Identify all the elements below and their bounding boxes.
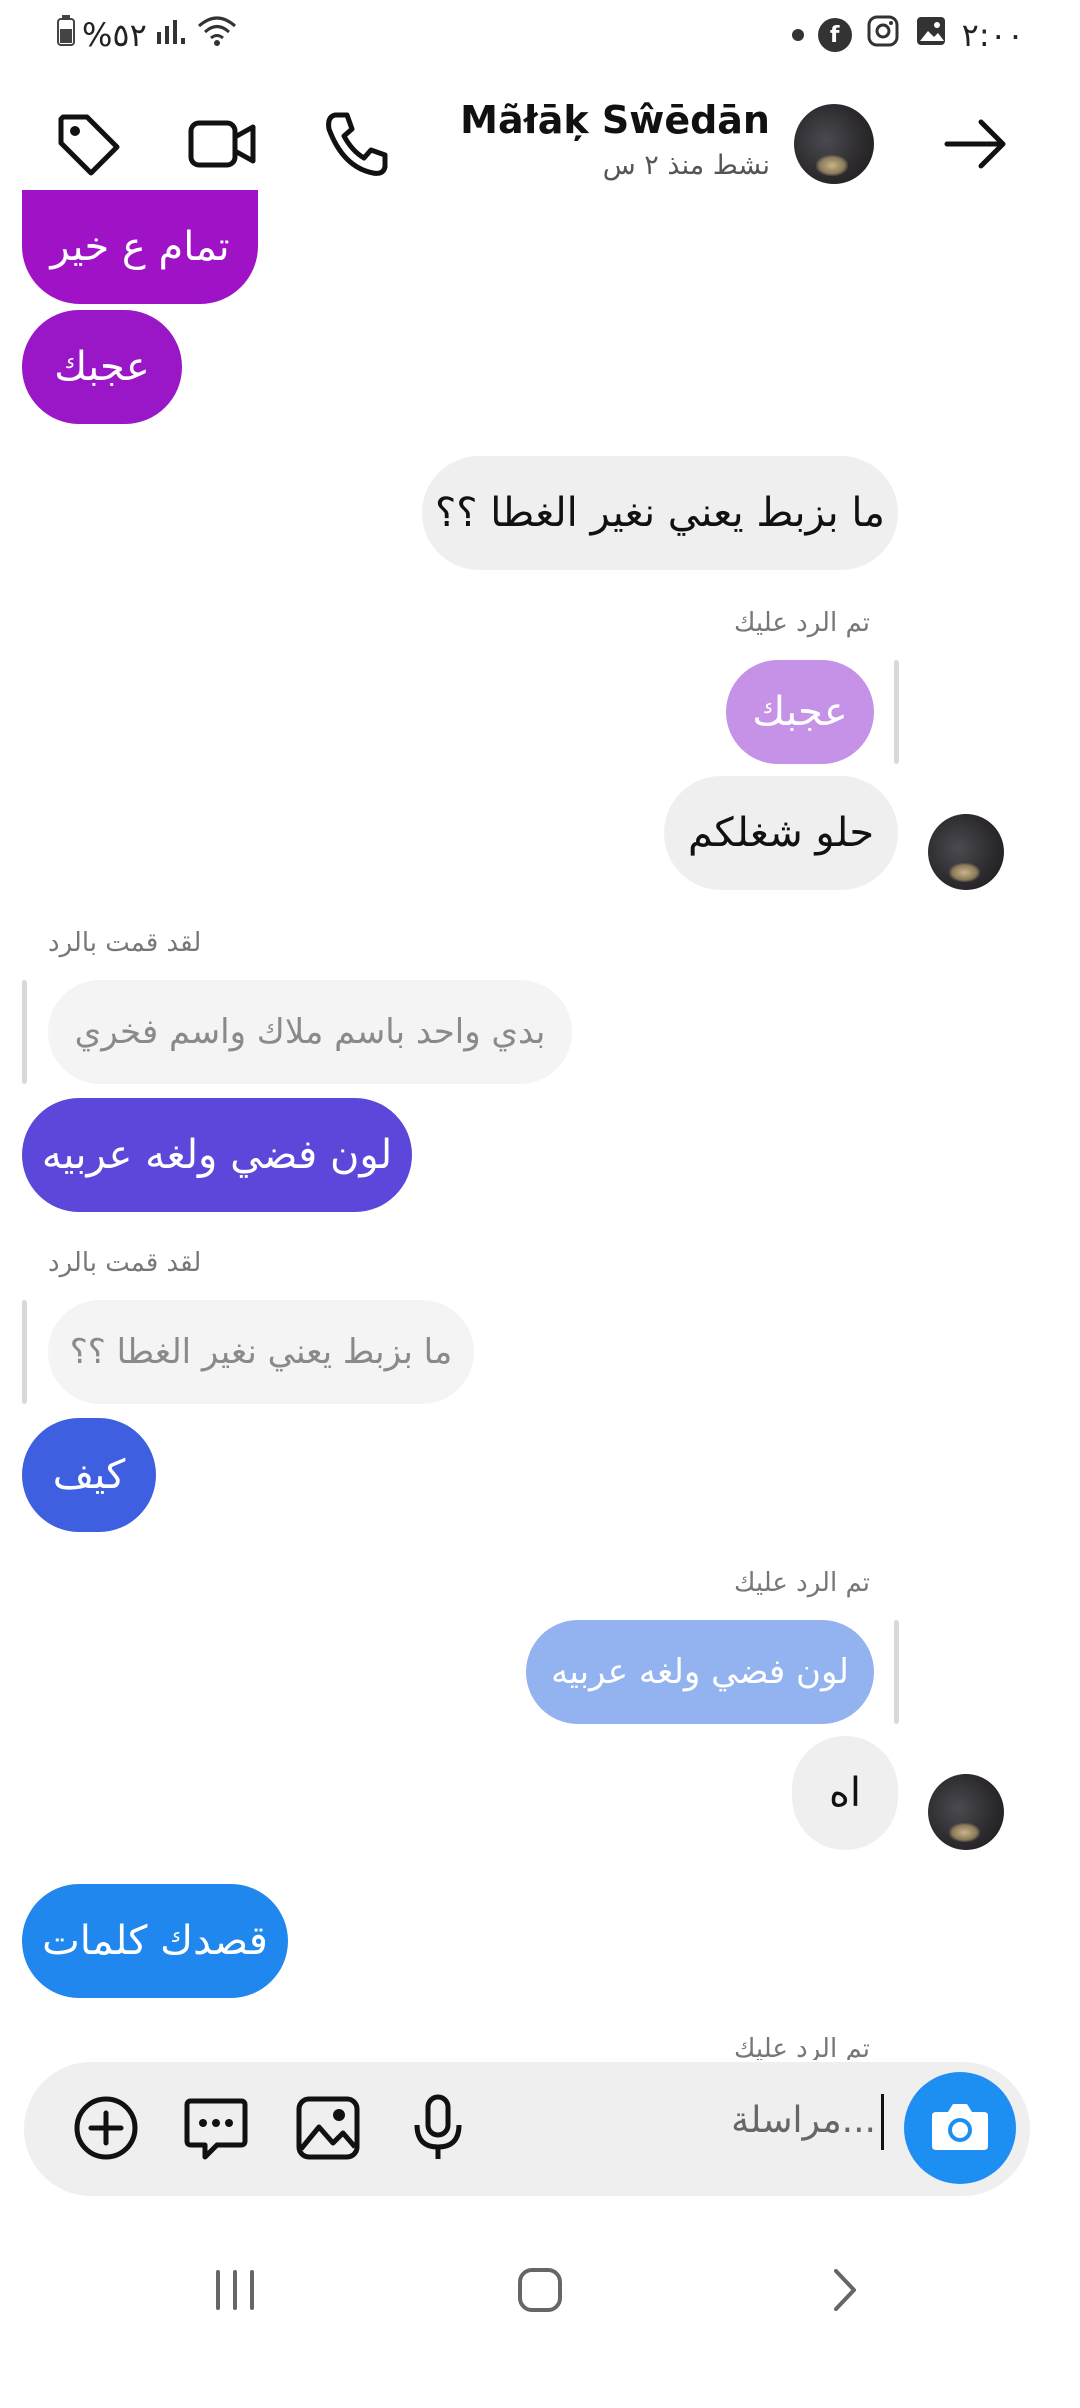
add-icon[interactable] <box>66 2088 146 2168</box>
instagram-icon <box>866 14 900 56</box>
message-received-3[interactable]: اه <box>792 1736 898 1850</box>
quote-bar <box>22 980 27 1084</box>
status-left: %٥٢ <box>56 14 239 56</box>
phone-call-icon[interactable] <box>316 104 396 184</box>
reply-label: لقد قمت بالرد <box>48 928 202 958</box>
message-sent-2[interactable]: عجبك <box>22 310 182 424</box>
message-sent-1[interactable]: تمام ع خير <box>22 190 258 304</box>
quote-bar <box>894 660 899 764</box>
tag-icon[interactable] <box>48 104 128 184</box>
back-arrow-icon[interactable] <box>936 104 1016 184</box>
home-icon[interactable] <box>500 2260 580 2320</box>
message-sent-4[interactable]: كيف <box>22 1418 156 1532</box>
quoted-message[interactable]: بدي واحد باسم ملاك واسم فخري <box>48 980 572 1084</box>
reply-label: تم الرد عليك <box>733 608 870 638</box>
gallery-icon <box>914 14 948 56</box>
chat-bubble-icon[interactable] <box>176 2088 256 2168</box>
quoted-message[interactable]: ما بزبط يعني نغير الغطا ؟؟ <box>48 1300 474 1404</box>
sender-avatar[interactable] <box>928 814 1004 890</box>
message-received-1[interactable]: ما بزبط يعني نغير الغطا ؟؟ <box>422 456 898 570</box>
message-sent-3[interactable]: لون فضي ولغه عربيه <box>22 1098 412 1212</box>
image-icon[interactable] <box>288 2088 368 2168</box>
facebook-icon: f <box>817 18 852 52</box>
header-avatar[interactable] <box>794 104 874 184</box>
message-composer[interactable] <box>24 2062 1030 2196</box>
message-input[interactable]: مراسلة... <box>731 2100 876 2141</box>
contact-name[interactable]: Mãłāķ Sŵēdān <box>460 98 770 142</box>
recent-apps-icon[interactable] <box>200 2260 270 2320</box>
quote-bar <box>22 1300 27 1404</box>
video-call-icon[interactable] <box>182 104 262 184</box>
clock: ٢:٠٠ <box>961 16 1024 54</box>
status-bar: %٥٢ f ٢:٠٠ <box>0 0 1080 70</box>
battery-percent: %٥٢ <box>82 16 147 54</box>
active-status: نشط منذ ٢ س <box>602 150 770 181</box>
camera-button[interactable] <box>904 2072 1016 2184</box>
battery-icon <box>56 15 76 55</box>
text-cursor <box>881 2094 884 2150</box>
message-sent-5[interactable]: قصدك كلمات <box>22 1884 288 1998</box>
quote-bar <box>894 1620 899 1724</box>
back-icon[interactable] <box>810 2260 880 2320</box>
sender-avatar[interactable] <box>928 1774 1004 1850</box>
reply-label: تم الرد عليك <box>733 2034 870 2060</box>
message-received-2[interactable]: حلو شغلكم <box>664 776 898 890</box>
reply-label: لقد قمت بالرد <box>48 1248 202 1278</box>
notification-dot <box>791 29 804 41</box>
status-right: f ٢:٠٠ <box>791 14 1024 56</box>
microphone-icon[interactable] <box>398 2088 478 2168</box>
signal-icon <box>153 16 189 54</box>
wifi-icon <box>195 14 239 56</box>
camera-icon <box>928 2094 992 2162</box>
reply-label: تم الرد عليك <box>733 1568 870 1598</box>
quoted-message[interactable]: لون فضي ولغه عربيه <box>526 1620 874 1724</box>
quoted-message[interactable]: عجبك <box>726 660 874 764</box>
